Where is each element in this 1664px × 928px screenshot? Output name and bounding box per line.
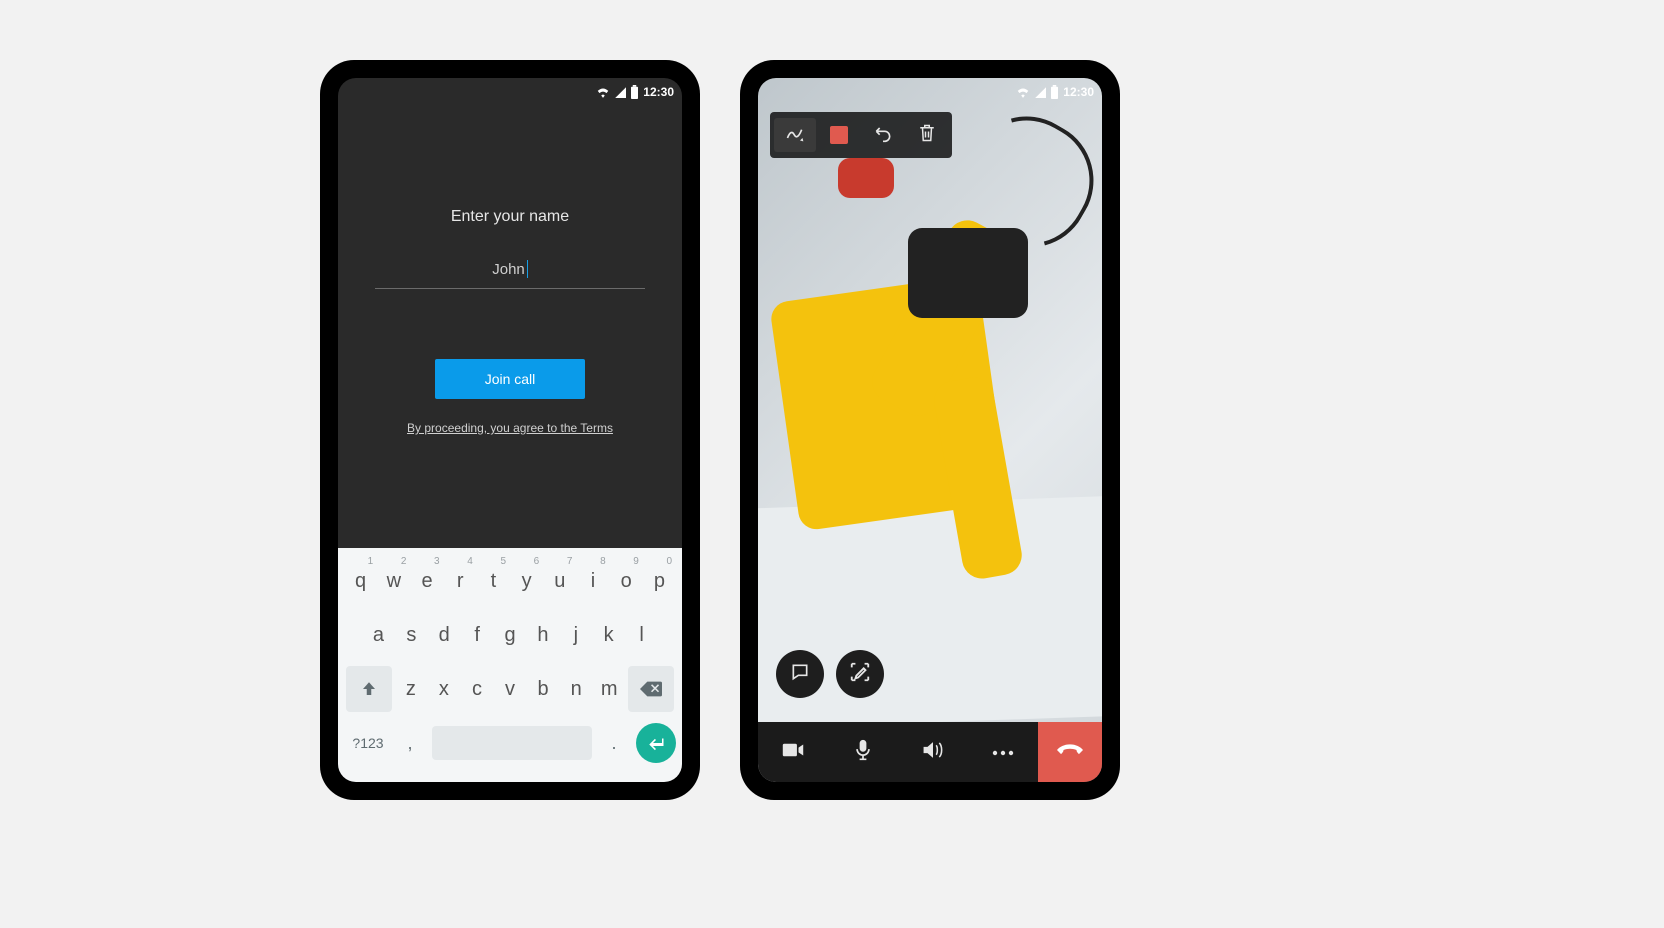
key-row-2: asdfghjkl: [342, 608, 678, 662]
key-p[interactable]: 0p: [643, 558, 676, 604]
call-controls: [758, 722, 1102, 782]
key-t[interactable]: 5t: [477, 558, 510, 604]
backspace-key[interactable]: [628, 666, 674, 712]
phone-join-call: 12:30 Enter your name John Join call By …: [320, 60, 700, 800]
signal-icon: [1034, 86, 1046, 98]
signal-icon: [614, 86, 626, 98]
undo-button[interactable]: [862, 118, 904, 152]
key-h[interactable]: h: [526, 612, 559, 658]
key-y[interactable]: 6y: [510, 558, 543, 604]
key-r[interactable]: 4r: [444, 558, 477, 604]
key-row-4: ?123 , .: [342, 716, 678, 770]
screen-call: 12:30: [758, 78, 1102, 782]
status-bar: 12:30: [596, 78, 682, 104]
screen-join: 12:30 Enter your name John Join call By …: [338, 78, 682, 782]
key-s[interactable]: s: [395, 612, 428, 658]
more-icon: [992, 743, 1014, 761]
space-key[interactable]: [432, 726, 592, 760]
mic-icon: [855, 739, 871, 766]
key-d[interactable]: d: [428, 612, 461, 658]
comma-key[interactable]: ,: [392, 720, 428, 766]
wifi-icon: [596, 86, 610, 98]
terms-link[interactable]: By proceeding, you agree to the Terms: [407, 421, 613, 435]
key-b[interactable]: b: [527, 666, 560, 712]
key-f[interactable]: f: [461, 612, 494, 658]
annotation-toolbar: [770, 112, 952, 158]
key-q[interactable]: 1q: [344, 558, 377, 604]
shift-key[interactable]: [346, 666, 392, 712]
text-caret: [527, 260, 528, 278]
chat-button[interactable]: [776, 650, 824, 698]
toggle-video-button[interactable]: [758, 722, 828, 782]
annotate-button[interactable]: [836, 650, 884, 698]
end-call-button[interactable]: [1038, 722, 1102, 782]
period-key[interactable]: .: [596, 720, 632, 766]
chat-icon: [790, 662, 810, 687]
phone-in-call: 12:30: [740, 60, 1120, 800]
key-n[interactable]: n: [560, 666, 593, 712]
name-input[interactable]: John: [375, 260, 645, 289]
key-e[interactable]: 3e: [410, 558, 443, 604]
undo-icon: [873, 123, 893, 148]
key-row-1: 1q2w3e4r5t6y7u8i9o0p: [342, 554, 678, 608]
end-call-icon: [1057, 743, 1083, 761]
key-u[interactable]: 7u: [543, 558, 576, 604]
annotate-icon: [849, 661, 871, 688]
key-j[interactable]: j: [559, 612, 592, 658]
key-a[interactable]: a: [362, 612, 395, 658]
pen-tool-button[interactable]: [774, 118, 816, 152]
key-o[interactable]: 9o: [610, 558, 643, 604]
key-w[interactable]: 2w: [377, 558, 410, 604]
key-l[interactable]: l: [625, 612, 658, 658]
name-input-value: John: [492, 261, 525, 278]
enter-key[interactable]: [636, 723, 676, 763]
color-picker-button[interactable]: [818, 118, 860, 152]
color-swatch-icon: [830, 126, 848, 144]
key-c[interactable]: c: [460, 666, 493, 712]
key-m[interactable]: m: [593, 666, 626, 712]
battery-icon: [630, 85, 639, 99]
enter-name-title: Enter your name: [451, 208, 569, 226]
toggle-speaker-button[interactable]: [898, 722, 968, 782]
pen-icon: [785, 123, 805, 148]
wifi-icon: [1016, 86, 1030, 98]
key-k[interactable]: k: [592, 612, 625, 658]
key-v[interactable]: v: [493, 666, 526, 712]
video-icon: [782, 742, 804, 763]
key-row-3: zxcvbnm: [342, 662, 678, 716]
stage: 12:30 Enter your name John Join call By …: [0, 0, 1664, 928]
trash-icon: [918, 123, 936, 148]
key-i[interactable]: 8i: [576, 558, 609, 604]
join-call-button[interactable]: Join call: [435, 359, 585, 399]
symbols-key[interactable]: ?123: [344, 720, 392, 766]
status-time: 12:30: [643, 85, 674, 99]
status-bar: 12:30: [1016, 78, 1102, 104]
soft-keyboard: 1q2w3e4r5t6y7u8i9o0p asdfghjkl zxcvbnm ?…: [338, 548, 682, 782]
more-options-button[interactable]: [968, 722, 1038, 782]
speaker-icon: [922, 740, 944, 765]
delete-annotations-button[interactable]: [906, 118, 948, 152]
status-time: 12:30: [1063, 85, 1094, 99]
key-g[interactable]: g: [494, 612, 527, 658]
key-x[interactable]: x: [427, 666, 460, 712]
toggle-mic-button[interactable]: [828, 722, 898, 782]
join-form: Enter your name John Join call By procee…: [338, 208, 682, 435]
key-z[interactable]: z: [394, 666, 427, 712]
battery-icon: [1050, 85, 1059, 99]
